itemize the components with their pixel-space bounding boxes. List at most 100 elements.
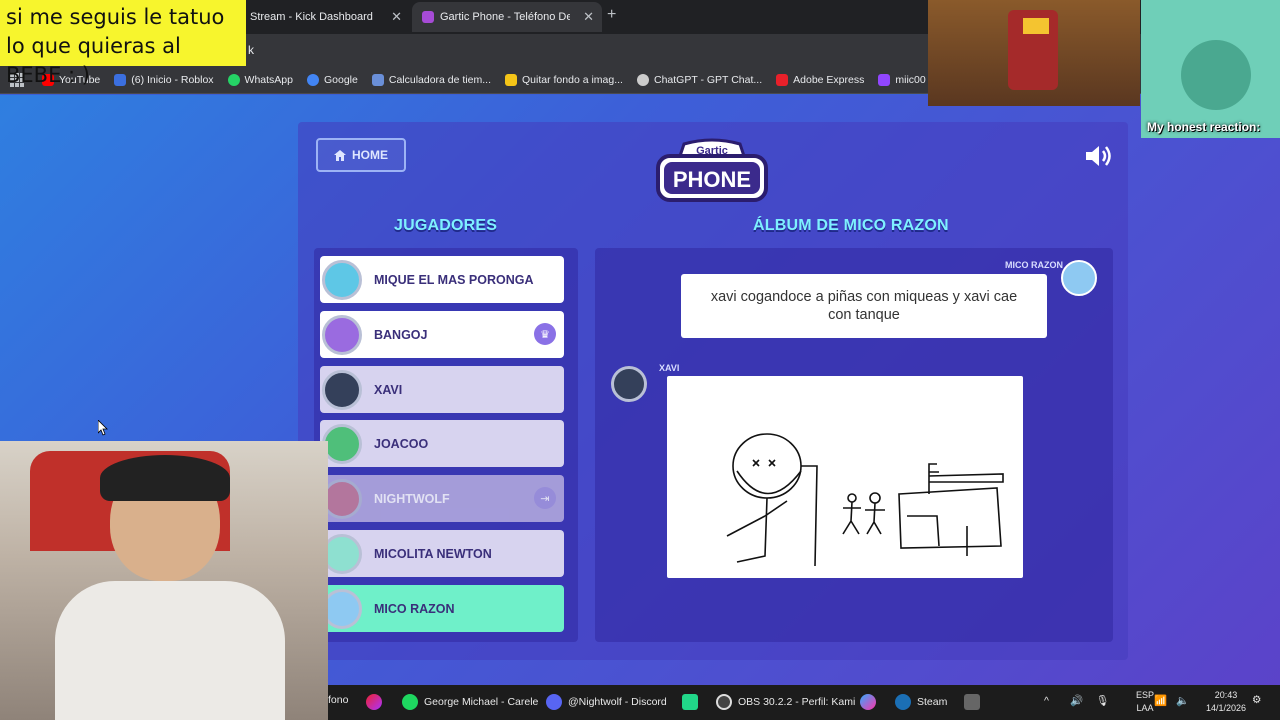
avatar bbox=[611, 366, 647, 402]
reaction-image: My honest reaction: bbox=[1141, 0, 1280, 138]
taskbar-keyboard[interactable] bbox=[964, 694, 986, 710]
home-button[interactable]: HOME bbox=[316, 138, 406, 172]
crown-shape bbox=[1023, 18, 1049, 34]
crown-icon: ♛ bbox=[534, 323, 556, 345]
player-row-current[interactable]: MICO RAZON bbox=[320, 585, 564, 632]
stream-caption: si me seguis le tatuo lo que quieras al … bbox=[0, 0, 246, 87]
character-face bbox=[1181, 40, 1251, 110]
taskbar-browser[interactable]: fono bbox=[328, 694, 348, 706]
player-name: MIQUE EL MAS PORONGA bbox=[374, 272, 534, 287]
tray-speaker-icon[interactable]: 🔈 bbox=[1176, 694, 1189, 707]
bookmark-adobe-express[interactable]: Adobe Express bbox=[776, 73, 864, 86]
avatar bbox=[322, 369, 362, 410]
bookmark-remove-bg[interactable]: Quitar fondo a imag... bbox=[505, 73, 623, 86]
player-row[interactable]: BANGOJ ♛ bbox=[320, 311, 564, 358]
tray-volume-icon[interactable]: 🔊 bbox=[1070, 694, 1083, 707]
address-text[interactable]: k bbox=[248, 43, 254, 57]
avatar bbox=[322, 423, 362, 464]
phrase-bubble: xavi cogandoce a piñas con miqueas y xav… bbox=[681, 274, 1047, 338]
person-body bbox=[55, 581, 285, 720]
bookmark-roblox[interactable]: (6) Inicio - Roblox bbox=[114, 73, 214, 86]
player-name: MICOLITA NEWTON bbox=[374, 546, 492, 561]
whatsapp-icon bbox=[227, 73, 240, 86]
player-drawing bbox=[667, 376, 1023, 578]
obs-icon bbox=[716, 694, 732, 710]
copilot-icon bbox=[860, 694, 876, 710]
avatar bbox=[1061, 260, 1097, 296]
taskbar-obs[interactable]: OBS 30.2.2 - Perfil: Kami bbox=[716, 694, 855, 710]
avatar bbox=[322, 533, 362, 574]
home-icon bbox=[334, 149, 346, 161]
chatgpt-icon bbox=[636, 73, 649, 86]
clock[interactable]: 20:43 14/1/2026 bbox=[1206, 689, 1246, 715]
bookmark-whatsapp[interactable]: WhatsApp bbox=[227, 73, 293, 86]
sound-icon[interactable] bbox=[1084, 144, 1114, 168]
google-icon bbox=[307, 73, 319, 86]
steam-icon bbox=[895, 694, 911, 710]
gartic-phone-logo: Gartic PHONE bbox=[656, 138, 768, 202]
new-tab-icon[interactable]: + bbox=[607, 6, 616, 24]
avatar bbox=[322, 588, 362, 629]
reaction-caption: My honest reaction: bbox=[1147, 120, 1261, 134]
players-heading: JUGADORES bbox=[394, 217, 498, 234]
language-indicator[interactable]: ESP LAA bbox=[1136, 689, 1154, 715]
album-panel: MICO RAZON xavi cogandoce a piñas con mi… bbox=[595, 248, 1113, 642]
tab-title: Stream - Kick Dashboard bbox=[250, 11, 373, 23]
avatar bbox=[322, 314, 362, 355]
adobe-icon bbox=[776, 73, 789, 86]
player-name: MICO RAZON bbox=[374, 601, 455, 616]
spotify-icon bbox=[402, 694, 418, 710]
avatar bbox=[322, 478, 362, 519]
tab-kick-dashboard[interactable]: Stream - Kick Dashboard ✕ bbox=[240, 2, 410, 32]
taskbar-app[interactable] bbox=[366, 694, 388, 710]
tray-chevron-icon[interactable]: ^ bbox=[1044, 695, 1049, 707]
settings-icon[interactable]: ⚙ bbox=[1252, 694, 1261, 706]
tab-gartic-phone[interactable]: Gartic Phone - Teléfono Descon ✕ bbox=[412, 2, 602, 32]
beanie-shape bbox=[100, 455, 230, 501]
player-row[interactable]: MIQUE EL MAS PORONGA bbox=[320, 256, 564, 303]
twitch-icon bbox=[878, 73, 891, 86]
taskbar-spotify[interactable]: George Michael - Carele bbox=[402, 694, 538, 710]
gartic-favicon-icon bbox=[422, 11, 434, 23]
taskbar-pycharm[interactable] bbox=[682, 694, 704, 710]
mouse-cursor-icon bbox=[98, 420, 108, 436]
taskbar-discord[interactable]: @Nightwolf - Discord bbox=[546, 694, 667, 710]
album-heading: ÁLBUM DE MICO RAZON bbox=[753, 217, 949, 234]
players-list: MIQUE EL MAS PORONGA BANGOJ ♛ XAVI JOACO… bbox=[314, 248, 578, 642]
entry-author: MICO RAZON bbox=[1005, 260, 1063, 270]
avatar bbox=[322, 259, 362, 300]
app-icon bbox=[366, 694, 382, 710]
player-name: BANGOJ bbox=[374, 327, 428, 342]
overlay-image-top bbox=[928, 0, 1140, 106]
player-row[interactable]: JOACOO bbox=[320, 420, 564, 467]
calculator-icon bbox=[371, 73, 384, 86]
close-tab-icon[interactable]: ✕ bbox=[583, 9, 594, 25]
home-label: HOME bbox=[352, 148, 388, 162]
webcam-feed bbox=[0, 441, 328, 720]
game-panel: HOME Gartic PHONE JUGADORES ÁLBUM DE MIC… bbox=[298, 122, 1128, 660]
bookmark-chatgpt[interactable]: ChatGPT - GPT Chat... bbox=[636, 73, 762, 86]
bookmark-calculator[interactable]: Calculadora de tiem... bbox=[371, 73, 491, 86]
bookmark-google[interactable]: Google bbox=[307, 73, 358, 86]
player-name: NIGHTWOLF bbox=[374, 491, 450, 506]
roblox-icon bbox=[114, 73, 127, 86]
tray-wifi-icon[interactable]: 📶 bbox=[1154, 694, 1167, 707]
logo-word-gartic: Gartic bbox=[696, 145, 728, 157]
player-name: JOACOO bbox=[374, 436, 429, 451]
player-row[interactable]: XAVI bbox=[320, 366, 564, 413]
logo-word-phone: PHONE bbox=[673, 167, 751, 192]
image-icon bbox=[505, 73, 517, 86]
player-row[interactable]: NIGHTWOLF ⇥ bbox=[320, 475, 564, 522]
entry-author: XAVI bbox=[659, 363, 680, 373]
player-name: XAVI bbox=[374, 382, 403, 397]
taskbar-steam[interactable]: Steam bbox=[895, 694, 947, 710]
pycharm-icon bbox=[682, 694, 698, 710]
exit-icon: ⇥ bbox=[534, 487, 556, 509]
player-row[interactable]: MICOLITA NEWTON bbox=[320, 530, 564, 577]
tab-title: Gartic Phone - Teléfono Descon bbox=[440, 11, 570, 23]
discord-icon bbox=[546, 694, 562, 710]
close-tab-icon[interactable]: ✕ bbox=[391, 9, 402, 25]
tray-mic-icon[interactable]: 🎙 bbox=[1096, 694, 1109, 707]
keyboard-icon bbox=[964, 694, 980, 710]
taskbar-copilot[interactable] bbox=[860, 694, 882, 710]
